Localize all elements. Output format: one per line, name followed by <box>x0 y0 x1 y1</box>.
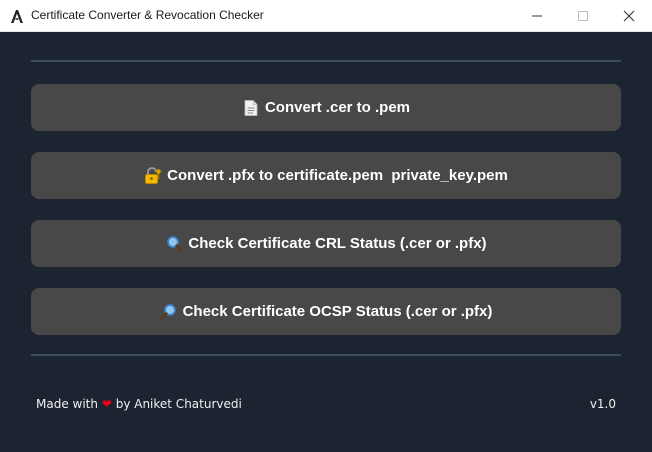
button-label: Check Certificate OCSP Status (.cer or .… <box>182 303 493 320</box>
maximize-button[interactable] <box>560 0 606 31</box>
version-label: v1.0 <box>589 397 616 411</box>
lock-key-icon <box>144 167 162 185</box>
footer-credit: Made with ❤ by Aniket Chaturvedi <box>36 397 242 411</box>
window-title: Certificate Converter & Revocation Check… <box>31 8 264 22</box>
minimize-button[interactable] <box>514 0 560 31</box>
heart-icon: ❤ <box>101 397 112 411</box>
close-icon <box>623 10 635 21</box>
convert-cer-to-pem-button[interactable]: Convert .cer to .pem <box>31 84 621 131</box>
title-bar[interactable]: Certificate Converter & Revocation Check… <box>0 0 652 32</box>
app-logo-icon <box>9 8 25 24</box>
author-text: by Aniket Chaturvedi <box>115 397 242 411</box>
bottom-divider <box>31 354 621 356</box>
button-label: Convert .pfx to certificate.pem private_… <box>167 167 508 184</box>
minimize-icon <box>532 15 542 16</box>
convert-pfx-button[interactable]: Convert .pfx to certificate.pem private_… <box>31 152 621 199</box>
magnifier-icon <box>165 235 183 253</box>
magnifier-icon <box>160 303 178 321</box>
made-with-text: Made with <box>36 397 98 411</box>
top-divider <box>31 60 621 62</box>
button-label: Check Certificate CRL Status (.cer or .p… <box>188 235 487 252</box>
button-label: Convert .cer to .pem <box>264 99 411 116</box>
document-icon <box>242 99 260 117</box>
check-crl-status-button[interactable]: Check Certificate CRL Status (.cer or .p… <box>31 220 621 267</box>
check-ocsp-status-button[interactable]: Check Certificate OCSP Status (.cer or .… <box>31 288 621 335</box>
app-window: Certificate Converter & Revocation Check… <box>0 0 652 452</box>
maximize-icon <box>578 10 588 21</box>
close-button[interactable] <box>606 0 652 31</box>
